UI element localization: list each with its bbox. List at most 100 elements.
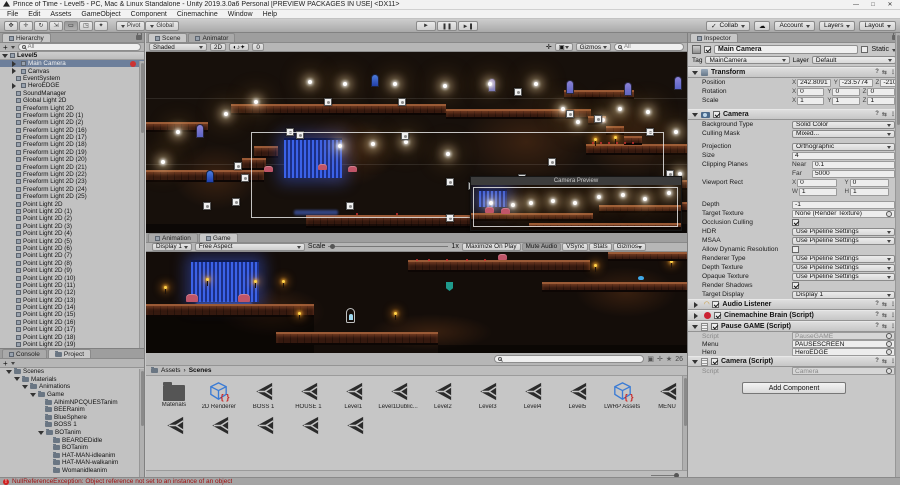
- menu-item-gameobject[interactable]: GameObject: [76, 11, 125, 18]
- light-gizmo-icon[interactable]: [594, 115, 602, 123]
- tool-button-1[interactable]: ✛: [19, 20, 33, 31]
- global-toggle[interactable]: Global: [145, 20, 179, 31]
- asset-item[interactable]: Level1: [333, 380, 373, 410]
- create-button[interactable]: +: [3, 43, 8, 52]
- project-search-input[interactable]: [494, 355, 645, 363]
- cloud-button[interactable]: ☁: [753, 20, 771, 31]
- hierarchy-item[interactable]: Point Light 2D (14): [0, 304, 144, 311]
- asset-item[interactable]: Level1Dublic...: [378, 380, 418, 410]
- hierarchy-item[interactable]: Point Light 2D (16): [0, 319, 144, 326]
- tool-button-3[interactable]: ⇲: [49, 20, 63, 31]
- hierarchy-item[interactable]: Freeform Light 2D (2): [0, 119, 144, 126]
- light-gizmo-icon[interactable]: [398, 98, 406, 106]
- tree-item[interactable]: Animations: [0, 383, 144, 391]
- tab-console[interactable]: Console: [2, 349, 47, 358]
- tab-inspector[interactable]: Inspector: [690, 33, 738, 42]
- hierarchy-item[interactable]: Point Light 2D (17): [0, 326, 144, 333]
- cinemachine-brain-header[interactable]: Cinemachine Brain (Script) ? ⇆ ⋮: [688, 310, 900, 321]
- property-field[interactable]: 1: [798, 187, 837, 196]
- property-dropdown[interactable]: Use Pipeline Settings: [792, 272, 895, 281]
- aspect-dropdown[interactable]: Free Aspect: [194, 242, 305, 251]
- tab-animation[interactable]: Animation: [148, 233, 198, 242]
- asset-item[interactable]: BOSS 1: [244, 380, 284, 410]
- property-field[interactable]: 4: [792, 151, 895, 160]
- vector-field[interactable]: -23.5774: [838, 78, 873, 87]
- game-button-maximize-on-play[interactable]: Maximize On Play: [461, 242, 521, 251]
- transform-component-header[interactable]: Transform ? ⇆ ⋮: [688, 67, 900, 78]
- menu-item-cinemachine[interactable]: Cinemachine: [172, 11, 223, 18]
- hierarchy-item[interactable]: Point Light 2D (8): [0, 260, 144, 267]
- scene-header-row[interactable]: Level5: [0, 52, 144, 60]
- tree-item[interactable]: Scenes: [0, 368, 144, 376]
- project-tree-scrollbar[interactable]: [139, 369, 144, 477]
- hierarchy-item[interactable]: Freeform Light 2D (24): [0, 186, 144, 193]
- name-field[interactable]: Main Camera: [714, 45, 859, 54]
- hidden-packages-count[interactable]: 26: [675, 356, 683, 363]
- light-gizmo-icon[interactable]: [234, 162, 242, 170]
- hierarchy-item[interactable]: Point Light 2D: [0, 200, 144, 208]
- property-field[interactable]: 0.1: [812, 160, 895, 169]
- property-dropdown[interactable]: Use Pipeline Settings: [792, 236, 895, 245]
- tool-button-2[interactable]: ↻: [34, 20, 48, 31]
- pause-button[interactable]: ❚❚: [437, 21, 457, 31]
- search-by-type-icon[interactable]: ▣: [647, 355, 654, 363]
- step-button[interactable]: ►❚: [458, 21, 478, 31]
- scene-view-toggles[interactable]: ◐ ♪ ✦: [229, 43, 250, 51]
- property-checkbox[interactable]: [792, 246, 799, 253]
- scene-search-input[interactable]: All: [614, 43, 684, 51]
- game-button-vsync[interactable]: VSync: [562, 242, 589, 251]
- object-field[interactable]: None (Render Texture): [792, 209, 895, 218]
- tree-item[interactable]: BEERanim: [0, 406, 144, 414]
- hierarchy-item[interactable]: Point Light 2D (1): [0, 208, 144, 215]
- object-picker-icon[interactable]: [886, 368, 892, 374]
- asset-item[interactable]: [289, 414, 329, 437]
- pivot-toggle[interactable]: Pivot: [116, 20, 146, 31]
- hierarchy-item[interactable]: Global Light 2D: [0, 97, 144, 104]
- vector-field[interactable]: 242.8091: [797, 78, 831, 87]
- tree-item[interactable]: BOSS 1: [0, 421, 144, 429]
- foldout-open-icon[interactable]: [2, 53, 8, 61]
- hierarchy-item[interactable]: Freeform Light 2D (21): [0, 163, 144, 171]
- cinemachine-checkbox[interactable]: [714, 312, 721, 319]
- project-create-button[interactable]: +: [3, 359, 8, 368]
- asset-item[interactable]: [154, 414, 194, 437]
- pause-game-header[interactable]: Pause GAME (Script) ? ⇆ ⋮: [688, 321, 900, 332]
- hierarchy-item[interactable]: Point Light 2D (18): [0, 333, 144, 341]
- tree-item[interactable]: Materials: [0, 375, 144, 384]
- audio-listener-checkbox[interactable]: [712, 301, 720, 308]
- hierarchy-item[interactable]: Point Light 2D (12): [0, 289, 144, 296]
- property-dropdown[interactable]: Orthographic: [792, 142, 895, 151]
- light-gizmo-icon[interactable]: [232, 198, 240, 206]
- hierarchy-item[interactable]: Freeform Light 2D (1): [0, 112, 144, 119]
- hierarchy-item[interactable]: Freeform Light 2D (22): [0, 171, 144, 178]
- asset-item[interactable]: HOUSE 1: [288, 380, 328, 410]
- layout-dropdown[interactable]: Layout: [859, 20, 896, 31]
- menu-item-assets[interactable]: Assets: [45, 11, 76, 18]
- scene-viewport[interactable]: Camera Preview: [146, 52, 687, 233]
- object-field[interactable]: PauseGAME: [792, 332, 895, 340]
- camera-component-header[interactable]: Camera ? ⇆ ⋮: [688, 109, 900, 120]
- vector-field[interactable]: 0: [867, 87, 895, 96]
- vector-field[interactable]: 1: [797, 96, 825, 105]
- hierarchy-item[interactable]: Freeform Light 2D (19): [0, 149, 144, 156]
- hierarchy-item[interactable]: Point Light 2D (11): [0, 282, 144, 289]
- hierarchy-item[interactable]: Freeform Light 2D: [0, 104, 144, 112]
- breadcrumb-root[interactable]: Assets: [161, 367, 181, 374]
- hierarchy-item[interactable]: Freeform Light 2D (18): [0, 141, 144, 148]
- menu-item-file[interactable]: File: [2, 11, 23, 18]
- menu-item-edit[interactable]: Edit: [23, 11, 45, 18]
- camera-script-header[interactable]: Camera (Script) ? ⇆ ⋮: [688, 356, 900, 367]
- hidden-count-toggle[interactable]: 0: [252, 43, 264, 51]
- hierarchy-item[interactable]: Freeform Light 2D (16): [0, 127, 144, 134]
- hierarchy-item[interactable]: Point Light 2D (3): [0, 223, 144, 230]
- light-gizmo-icon[interactable]: [241, 174, 249, 182]
- hierarchy-item[interactable]: Point Light 2D (4): [0, 230, 144, 237]
- property-field[interactable]: 5000: [812, 169, 895, 178]
- scale-slider[interactable]: [328, 244, 449, 249]
- asset-item[interactable]: [244, 414, 284, 437]
- collab-dropdown[interactable]: ✓ Collab: [706, 20, 750, 31]
- hierarchy-item[interactable]: Freeform Light 2D (17): [0, 134, 144, 141]
- hierarchy-item[interactable]: Point Light 2D (7): [0, 252, 144, 259]
- game-viewport[interactable]: [146, 252, 687, 353]
- object-picker-icon[interactable]: [886, 341, 892, 347]
